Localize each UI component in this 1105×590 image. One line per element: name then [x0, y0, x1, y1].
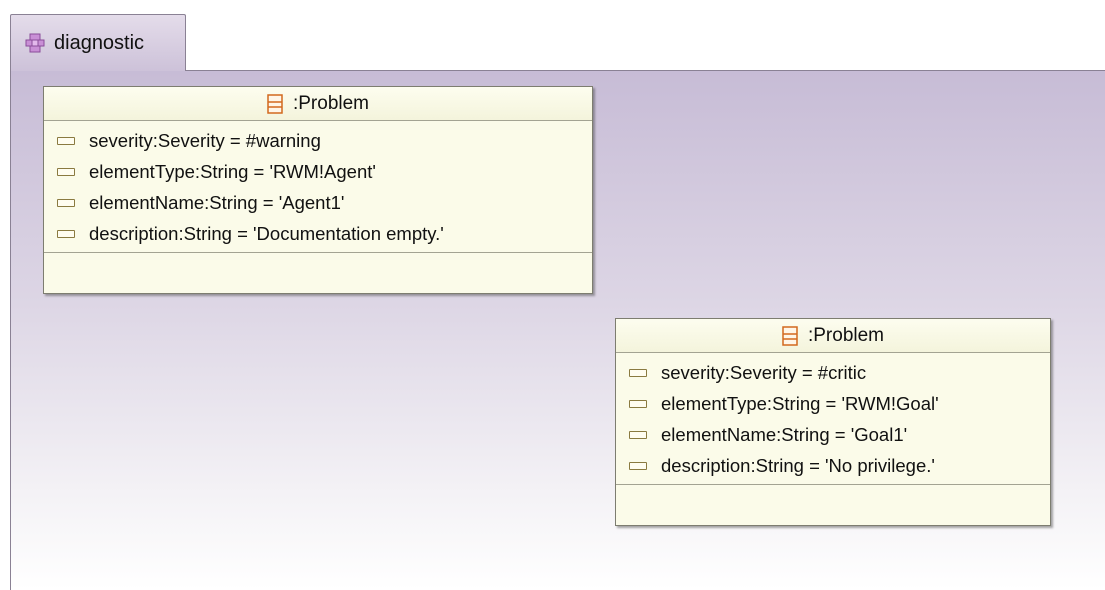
attribute-text: elementType:String = 'RWM!Agent' [89, 160, 376, 182]
node-title: :Problem [292, 92, 370, 114]
attribute-icon [57, 198, 75, 207]
attribute-icon [57, 136, 75, 145]
attribute-icon [629, 430, 647, 439]
attribute-row[interactable]: elementName:String = 'Agent1' [44, 187, 592, 218]
attribute-row[interactable]: elementType:String = 'RWM!Goal' [616, 388, 1050, 419]
attribute-icon [629, 399, 647, 408]
tab-label: diagnostic [54, 31, 145, 54]
problem-node[interactable]: :Problem severity:Severity = #warning el… [43, 86, 593, 294]
attribute-text: elementName:String = 'Agent1' [89, 191, 345, 213]
attribute-row[interactable]: elementType:String = 'RWM!Agent' [44, 156, 592, 187]
attribute-icon [629, 461, 647, 470]
attribute-compartment: severity:Severity = #critic elementType:… [616, 353, 1050, 485]
class-icon [267, 93, 283, 114]
attribute-row[interactable]: description:String = 'No privilege.' [616, 450, 1050, 481]
node-header: :Problem [44, 87, 592, 121]
tab-diagnostic[interactable]: diagnostic [10, 14, 186, 71]
diagram-icon [25, 33, 45, 53]
class-icon [782, 325, 798, 346]
attribute-row[interactable]: severity:Severity = #warning [44, 125, 592, 156]
attribute-text: severity:Severity = #critic [661, 361, 867, 383]
attribute-row[interactable]: elementName:String = 'Goal1' [616, 419, 1050, 450]
operations-compartment [616, 485, 1050, 501]
attribute-compartment: severity:Severity = #warning elementType… [44, 121, 592, 253]
diagram-canvas[interactable]: :Problem severity:Severity = #warning el… [10, 70, 1105, 590]
attribute-icon [629, 368, 647, 377]
attribute-icon [57, 167, 75, 176]
node-title: :Problem [807, 324, 885, 346]
attribute-text: elementType:String = 'RWM!Goal' [661, 392, 939, 414]
attribute-row[interactable]: description:String = 'Documentation empt… [44, 218, 592, 249]
problem-node[interactable]: :Problem severity:Severity = #critic ele… [615, 318, 1051, 526]
attribute-text: severity:Severity = #warning [89, 129, 321, 151]
node-header: :Problem [616, 319, 1050, 353]
attribute-text: elementName:String = 'Goal1' [661, 423, 908, 445]
attribute-text: description:String = 'No privilege.' [661, 454, 935, 476]
attribute-row[interactable]: severity:Severity = #critic [616, 357, 1050, 388]
attribute-icon [57, 229, 75, 238]
attribute-text: description:String = 'Documentation empt… [89, 222, 444, 244]
operations-compartment [44, 253, 592, 269]
